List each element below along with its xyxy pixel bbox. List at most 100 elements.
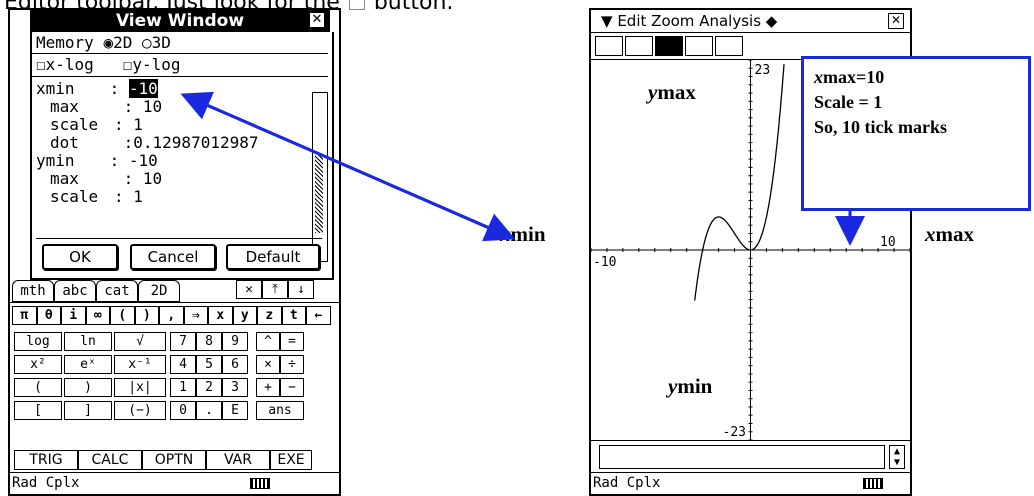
keypad-key[interactable]: eˣ [64,355,112,374]
zoom-in-icon[interactable] [715,36,743,56]
ok-button[interactable]: OK [42,244,118,270]
radio-3d[interactable]: ○3D [142,33,171,52]
keypad-key[interactable]: × [256,355,280,374]
menu-chevron-icon[interactable]: ▼ [591,12,613,30]
keypad-key[interactable]: ÷ [280,355,304,374]
keypad-key[interactable]: 8 [196,332,222,351]
function-key[interactable]: TRIG [14,450,78,470]
keypad-key[interactable]: 5 [196,355,222,374]
symbol-key[interactable]: π [12,306,37,325]
field-value[interactable]: 1 [133,115,143,134]
keypad-key[interactable]: ln [64,332,112,351]
field-value[interactable]: -10 [129,151,158,170]
divider [591,440,910,441]
keypad-key[interactable]: E [222,401,248,420]
down-arrow-icon[interactable]: ↓ [288,280,314,299]
cancel-button[interactable]: Cancel [130,244,216,270]
field-dot[interactable]: dot :0.12987012987 [36,134,304,152]
shift-up-icon[interactable]: ⤒ [262,280,288,299]
symbol-key[interactable]: , [159,306,184,325]
keypad-key[interactable]: (−) [114,401,166,420]
xlog-checkbox[interactable]: ☐x-log [36,55,94,74]
keypad-key[interactable]: 4 [170,355,196,374]
close-icon[interactable]: ✕ [310,13,324,27]
keypad-key[interactable]: ans [256,401,304,420]
symbol-key[interactable]: z [257,306,282,325]
dialog-scrollbar[interactable] [312,92,328,262]
function-key[interactable]: EXE [270,450,312,470]
entry-line[interactable] [599,445,885,469]
ylog-checkbox[interactable]: ☐y-log [123,55,181,74]
symbol-key[interactable]: ⇒ [183,306,208,325]
divider [36,238,322,239]
keypad-key[interactable]: . [196,401,222,420]
field-xmin[interactable]: xmin : -10 [36,79,304,98]
keypad-key[interactable]: 2 [196,378,222,397]
entry-scroll-icon[interactable]: ▲ ▼ [889,445,905,469]
function-curve [694,64,785,301]
field-ymax[interactable]: max : 10 [36,170,304,188]
close-icon[interactable]: ✕ [888,13,904,29]
symbol-key[interactable]: ← [306,306,331,325]
symbol-key[interactable]: ( [110,306,135,325]
keypad-key[interactable]: ) [64,378,112,397]
keypad-key[interactable]: 9 [222,332,248,351]
field-value[interactable]: -10 [128,79,158,98]
function-key[interactable]: CALC [78,450,142,470]
zoom-box-icon[interactable] [685,36,713,56]
symbol-key[interactable]: x [208,306,233,325]
keypad-key[interactable]: = [280,332,304,351]
keypad-key[interactable]: 3 [222,378,248,397]
function-key[interactable]: VAR [206,450,270,470]
field-xscale[interactable]: scale: 1 [36,116,304,134]
keypad-key[interactable]: + [256,378,280,397]
tab-mth[interactable]: mth [12,280,54,302]
scrollbar-thumb[interactable] [315,153,323,233]
symbol-key[interactable]: ) [134,306,159,325]
close-keyboard-icon[interactable]: ✕ [236,280,262,299]
field-xmax[interactable]: max : 10 [36,98,304,116]
annotation-ymin: ymin [668,374,712,399]
tab-abc[interactable]: abc [54,280,96,302]
function-key[interactable]: OPTN [142,450,206,470]
menu-diamond-icon[interactable]: ◆ [766,12,778,30]
field-value[interactable]: 1 [133,187,143,206]
symbol-key[interactable]: y [232,306,257,325]
keypad-key[interactable]: ^ [256,332,280,351]
keypad-key[interactable]: 7 [170,332,196,351]
keypad-key[interactable]: 0 [170,401,196,420]
keypad-key[interactable]: x² [14,355,62,374]
field-yscale[interactable]: scale: 1 [36,188,304,206]
symbol-key[interactable]: ∞ [85,306,110,325]
default-button[interactable]: Default [226,244,320,270]
keypad-key[interactable]: ( [14,378,62,397]
field-value[interactable]: 10 [143,97,162,116]
symbol-key[interactable]: θ [36,306,61,325]
field-ymin[interactable]: ymin : -10 [36,152,304,170]
graph-editor-icon[interactable] [595,36,623,56]
menu-analysis[interactable]: Analysis [699,12,761,30]
divider [32,53,328,54]
keypad-key[interactable]: 1 [170,378,196,397]
field-value[interactable]: 10 [143,169,162,188]
xmin-label: -10 [593,255,616,270]
tab-2d[interactable]: 2D [138,280,180,302]
keypad-key[interactable]: |x| [114,378,166,397]
keypad-key[interactable]: 6 [222,355,248,374]
view-window-icon[interactable] [655,36,683,56]
field-value[interactable]: 0.12987012987 [133,133,258,152]
keypad-key[interactable]: x⁻¹ [114,355,166,374]
field-label: max [50,97,79,116]
keypad-key[interactable]: [ [14,401,62,420]
symbol-key[interactable]: i [61,306,86,325]
symbol-key[interactable]: t [281,306,306,325]
radio-2d[interactable]: ◉2D [103,33,132,52]
menu-zoom[interactable]: Zoom [651,12,694,30]
menu-edit[interactable]: Edit [617,12,646,30]
keypad-key[interactable]: √ [114,332,166,351]
keypad-key[interactable]: ] [64,401,112,420]
table-icon[interactable] [625,36,653,56]
keypad-key[interactable]: log [14,332,62,351]
tab-cat[interactable]: cat [96,280,138,302]
keypad-key[interactable]: − [280,378,304,397]
